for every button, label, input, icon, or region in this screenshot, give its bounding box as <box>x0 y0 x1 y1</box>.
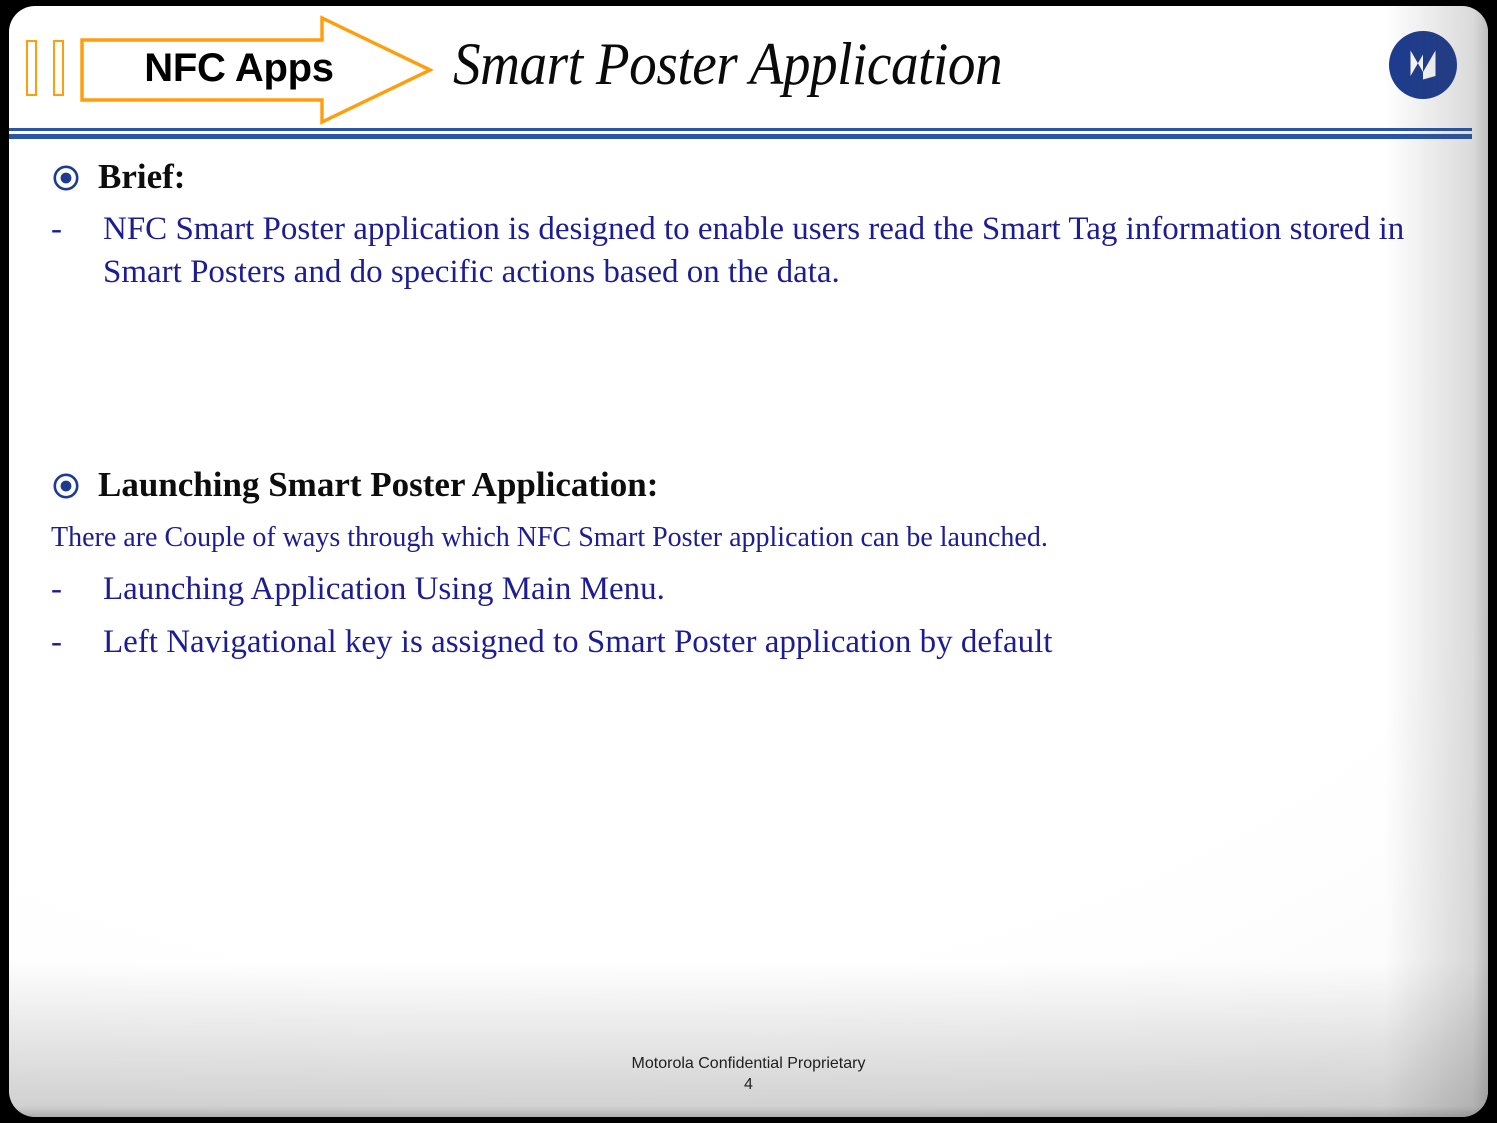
dash-marker: - <box>51 211 62 247</box>
bullet-item: - NFC Smart Poster application is design… <box>9 208 1488 294</box>
accent-bar-2 <box>53 40 64 96</box>
motorola-logo-icon <box>1387 29 1459 101</box>
divider-line-thin <box>9 128 1472 131</box>
bullet-text: NFC Smart Poster application is designed… <box>103 211 1405 290</box>
section-heading-row: Launching Smart Poster Application: <box>9 464 1488 506</box>
section-intro-text: There are Couple of ways through which N… <box>51 522 1048 553</box>
target-bullet-icon <box>53 165 79 191</box>
slide-page: NFC Apps Smart Poster Application Brief:… <box>9 6 1488 1117</box>
bullet-item: - Launching Application Using Main Menu. <box>9 568 1488 611</box>
bullet-text: Left Navigational key is assigned to Sma… <box>103 624 1053 660</box>
page-number: 4 <box>744 1076 753 1093</box>
section-heading-text: Launching Smart Poster Application: <box>98 465 659 504</box>
slide-frame: NFC Apps Smart Poster Application Brief:… <box>0 0 1497 1123</box>
confidentiality-notice: Motorola Confidential Proprietary <box>631 1055 866 1072</box>
slide-header: NFC Apps Smart Poster Application <box>9 6 1488 139</box>
dash-marker: - <box>51 571 62 607</box>
slide-footer: Motorola Confidential Proprietary 4 <box>9 1053 1488 1095</box>
page-title: Smart Poster Application <box>453 31 1003 97</box>
dash-marker: - <box>51 624 62 660</box>
divider-line-thick <box>9 134 1472 139</box>
section-brief: Brief: - NFC Smart Poster application is… <box>9 156 1488 294</box>
slide-content: Brief: - NFC Smart Poster application is… <box>9 156 1488 664</box>
bullet-text: Launching Application Using Main Menu. <box>103 571 665 607</box>
section-launching: Launching Smart Poster Application: Ther… <box>9 464 1488 664</box>
accent-bar-1 <box>26 40 37 96</box>
bullet-item: - Left Navigational key is assigned to S… <box>9 621 1488 664</box>
header-divider <box>9 128 1472 142</box>
section-heading-row: Brief: <box>9 156 1488 198</box>
section-tag-label: NFC Apps <box>144 46 334 90</box>
section-heading-text: Brief: <box>98 157 186 196</box>
target-bullet-icon <box>53 473 79 499</box>
